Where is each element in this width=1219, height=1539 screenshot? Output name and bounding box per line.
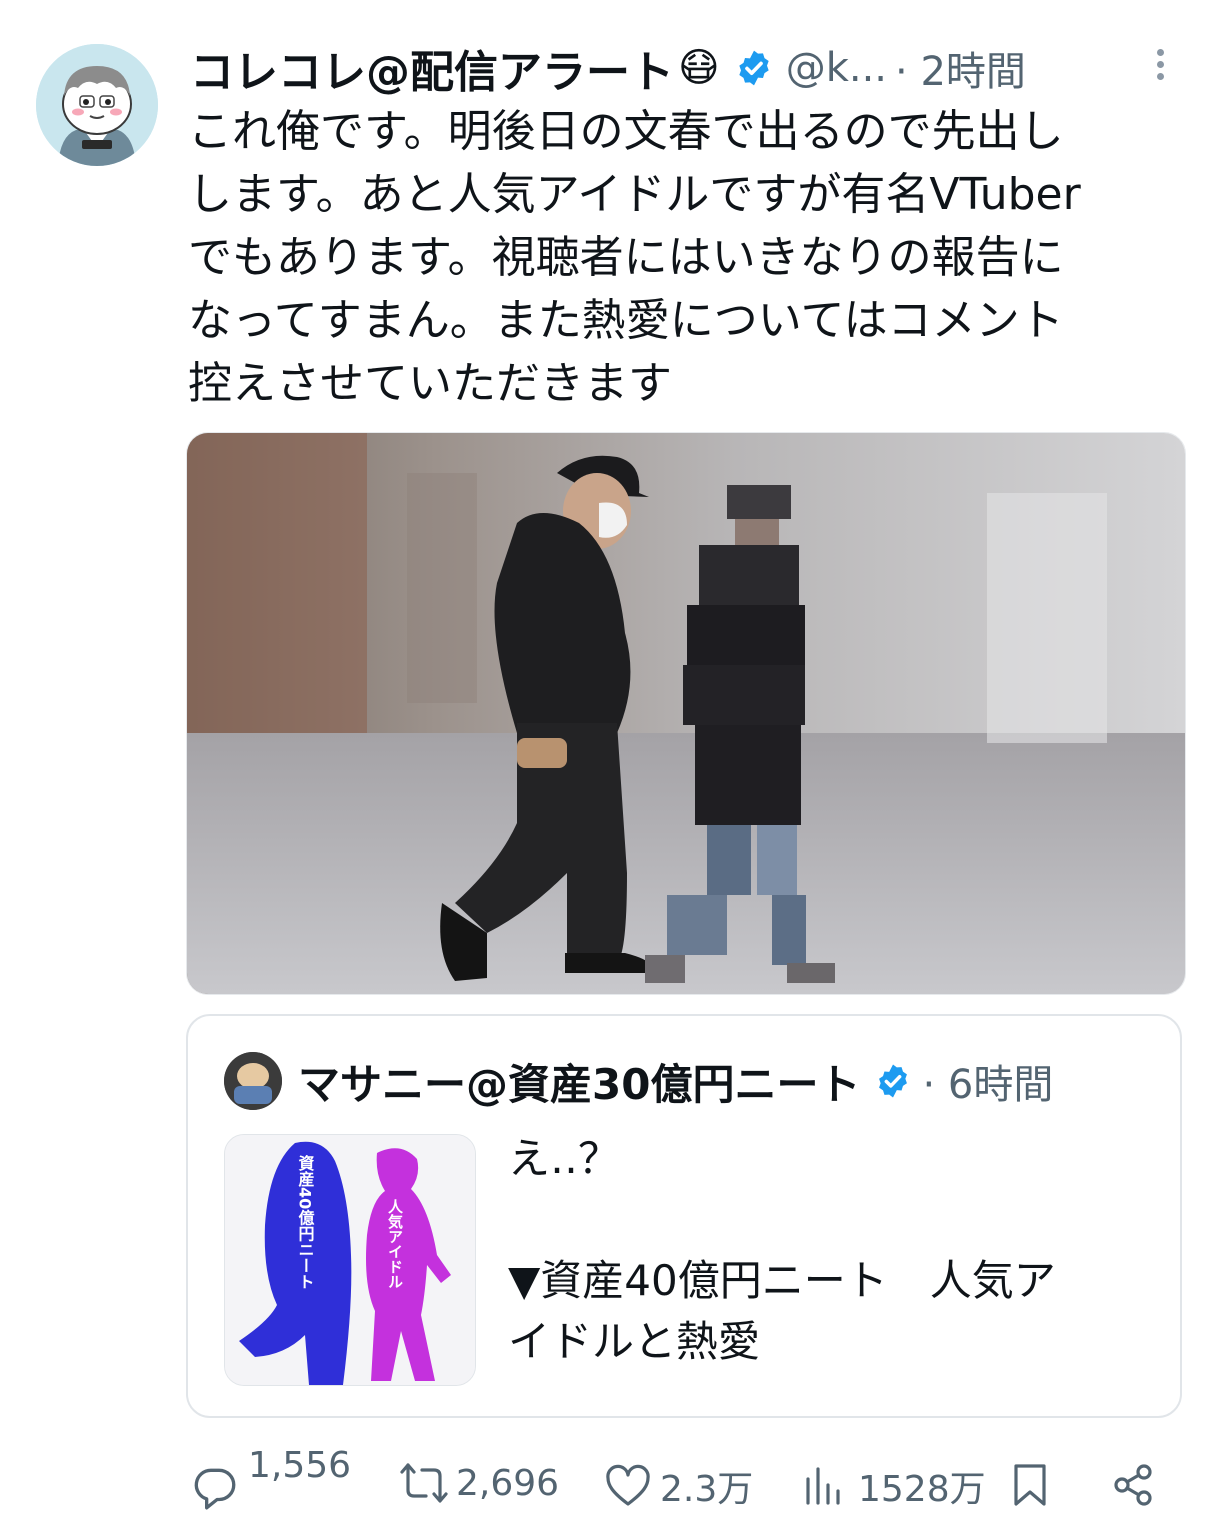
verified-badge-icon[interactable] (734, 48, 774, 88)
heart-icon (606, 1464, 650, 1506)
reply-icon (194, 1468, 236, 1510)
thumb-right-label: 人気アイドル (386, 1199, 404, 1289)
verified-badge-icon (879, 1064, 908, 1098)
tweet-photo[interactable] (186, 432, 1186, 995)
quote-author-avatar[interactable] (224, 1052, 282, 1110)
action-bar: 1,556 2,696 2.3万 1528万 (190, 1440, 1170, 1530)
like-button[interactable]: 2.3万 (604, 1460, 753, 1512)
avatar-illustration (36, 44, 158, 166)
bookmark-button[interactable] (1010, 1462, 1050, 1508)
views-button[interactable]: 1528万 (802, 1460, 986, 1512)
quote-text: え‥？ ▼資産40億円ニート 人気ア イドルと熱愛 (508, 1134, 1056, 1366)
retweet-icon (400, 1463, 448, 1503)
more-options-icon[interactable] (1150, 44, 1170, 96)
analytics-icon (806, 1467, 840, 1505)
reply-count: 1,556 (248, 1444, 352, 1486)
quote-thumbnail[interactable]: 資産40億円ニート 人気アイドル (224, 1134, 476, 1386)
retweet-button[interactable]: 2,696 (396, 1460, 559, 1506)
thumb-left-label: 資産40億円ニート (296, 1154, 315, 1289)
quote-timestamp: · 6時間 (922, 1062, 1054, 1108)
tweet-timestamp[interactable]: · 2時間 (895, 39, 1026, 97)
author-handle[interactable]: @k... (786, 45, 887, 91)
tweet-text: これ俺です。明後日の文春で出るので先出し します。あと人気アイドルですが有名VT… (188, 106, 1081, 409)
quoted-tweet[interactable]: マサニー@資産30億円ニート · 6時間 資産40億円ニート 人気アイドル え‥… (186, 1014, 1182, 1418)
author-display-name[interactable]: コレコレ@配信アラート (190, 36, 674, 100)
quote-header: マサニー@資産30億円ニート · 6時間 (298, 1050, 1053, 1112)
reply-button[interactable]: 1,556 (190, 1440, 351, 1512)
mask-emoji: 😷 (678, 45, 720, 91)
author-avatar[interactable] (36, 44, 158, 166)
retweet-count: 2,696 (456, 1462, 560, 1504)
tweet-header: コレコレ@配信アラート 😷 @k... · 2時間 (190, 36, 1180, 100)
like-count: 2.3万 (660, 1469, 754, 1510)
bookmark-icon (1014, 1464, 1046, 1506)
share-icon (1114, 1464, 1152, 1506)
quote-author-name[interactable]: マサニー@資産30億円ニート (298, 1051, 860, 1112)
photo-image (187, 433, 1185, 994)
share-button[interactable] (1110, 1462, 1158, 1508)
view-count: 1528万 (858, 1469, 986, 1510)
